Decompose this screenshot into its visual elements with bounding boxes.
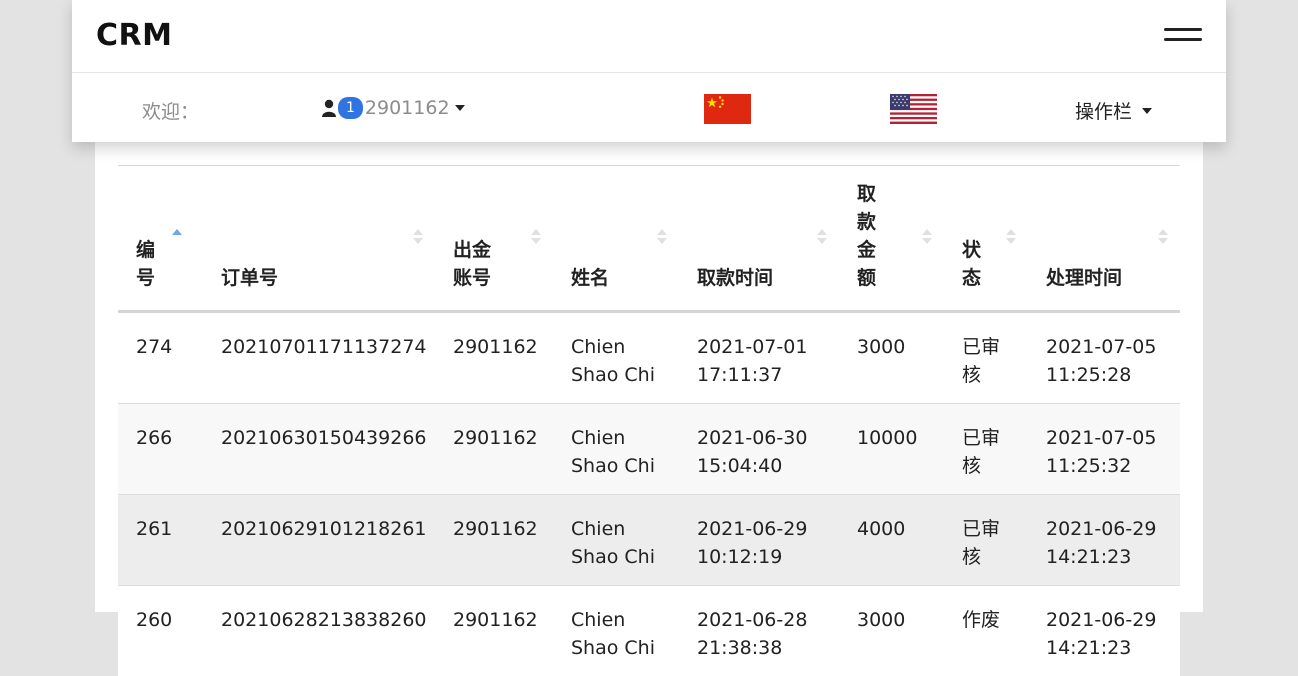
column-header-label: 编号 <box>136 239 155 289</box>
table-cell: 已审核 <box>944 495 1028 586</box>
table-cell: 20210701171137274 <box>203 312 435 404</box>
sort-icon[interactable] <box>922 229 932 247</box>
table-cell: 已审核 <box>944 404 1028 495</box>
table-body: 274202107011711372742901162ChienShao Chi… <box>118 312 1180 676</box>
table-cell: 已审核 <box>944 312 1028 404</box>
table-cell: 10000 <box>839 404 944 495</box>
table-cell: 2021-06-2821:38:38 <box>679 586 839 676</box>
table-cell: 2021-07-0511:25:32 <box>1028 404 1180 495</box>
operations-label: 操作栏 <box>1075 97 1132 124</box>
info-row: 欢迎： 1 2901162 <box>72 73 1226 143</box>
table-cell: 3000 <box>839 586 944 676</box>
table-cell: 274 <box>118 312 203 404</box>
table-cell: ChienShao Chi <box>553 495 679 586</box>
usa-flag-icon[interactable] <box>890 94 937 124</box>
sort-icon[interactable] <box>1158 229 1168 247</box>
welcome-label: 欢迎： <box>142 97 199 124</box>
table-cell: 2021-07-0117:11:37 <box>679 312 839 404</box>
column-header-label: 处理时间 <box>1046 267 1122 289</box>
table-cell: 2021-07-0511:25:28 <box>1028 312 1180 404</box>
sort-icon[interactable] <box>657 229 667 247</box>
chevron-down-icon <box>455 105 465 111</box>
table-cell: 2021-06-2914:21:23 <box>1028 586 1180 676</box>
notification-badge: 1 <box>338 97 363 119</box>
table-row[interactable]: 266202106301504392662901162ChienShao Chi… <box>118 404 1180 495</box>
table-cell: 3000 <box>839 312 944 404</box>
column-header[interactable]: 处理时间 <box>1028 166 1180 312</box>
table-cell: 2021-06-3015:04:40 <box>679 404 839 495</box>
table-cell: 2021-06-2914:21:23 <box>1028 495 1180 586</box>
column-header-label: 取款时间 <box>697 267 773 289</box>
sort-icon[interactable] <box>531 229 541 247</box>
column-header-label: 姓名 <box>571 267 609 289</box>
column-header-label: 状态 <box>962 239 981 289</box>
user-icon <box>322 99 336 117</box>
column-header[interactable]: 取款时间 <box>679 166 839 312</box>
column-header[interactable]: 订单号 <box>203 166 435 312</box>
table-cell: 2901162 <box>435 404 553 495</box>
table-cell: ChienShao Chi <box>553 312 679 404</box>
table-cell: 2901162 <box>435 312 553 404</box>
column-header-label: 订单号 <box>221 267 278 289</box>
table-cell: 作废 <box>944 586 1028 676</box>
table-cell: ChienShao Chi <box>553 586 679 676</box>
column-header[interactable]: 姓名 <box>553 166 679 312</box>
user-id: 2901162 <box>365 97 450 119</box>
sort-icon[interactable] <box>413 229 423 247</box>
content-card: 编号订单号 出金账号姓名 取款时间 取款金额状态处理时间 27420210701171… <box>95 142 1203 612</box>
table-row[interactable]: 260202106282138382602901162ChienShao Chi… <box>118 586 1180 676</box>
chevron-down-icon <box>1142 108 1152 114</box>
table-cell: 2901162 <box>435 586 553 676</box>
brand-row: CRM <box>72 0 1226 73</box>
china-flag-icon[interactable] <box>704 94 751 124</box>
sort-icon[interactable] <box>1006 229 1016 247</box>
column-header-label: 取款金额 <box>857 183 876 289</box>
table-cell: 20210629101218261 <box>203 495 435 586</box>
user-dropdown[interactable]: 1 2901162 <box>322 95 465 121</box>
table-cell: 20210628213838260 <box>203 586 435 676</box>
table-row[interactable]: 274202107011711372742901162ChienShao Chi… <box>118 312 1180 404</box>
hamburger-menu-icon[interactable] <box>1164 28 1202 42</box>
table-cell: 260 <box>118 586 203 676</box>
withdrawal-table-wrap: 编号订单号 出金账号姓名 取款时间 取款金额状态处理时间 27420210701171… <box>118 165 1180 676</box>
brand-logo[interactable]: CRM <box>96 18 172 53</box>
navbar: CRM 欢迎： 1 2901162 <box>72 0 1226 142</box>
table-cell: 2901162 <box>435 495 553 586</box>
sort-icon[interactable] <box>172 229 182 247</box>
table-header-row: 编号订单号 出金账号姓名 取款时间 取款金额状态处理时间 <box>118 166 1180 312</box>
column-header[interactable]: 出金账号 <box>435 166 553 312</box>
table-cell: ChienShao Chi <box>553 404 679 495</box>
column-header[interactable]: 编号 <box>118 166 203 312</box>
table-row[interactable]: 261202106291012182612901162ChienShao Chi… <box>118 495 1180 586</box>
table-cell: 266 <box>118 404 203 495</box>
sort-icon[interactable] <box>817 229 827 247</box>
table-cell: 20210630150439266 <box>203 404 435 495</box>
operations-dropdown[interactable]: 操作栏 <box>1075 97 1152 124</box>
table-cell: 261 <box>118 495 203 586</box>
column-header[interactable]: 状态 <box>944 166 1028 312</box>
column-header[interactable]: 取款金额 <box>839 166 944 312</box>
table-cell: 2021-06-2910:12:19 <box>679 495 839 586</box>
column-header-label: 出金账号 <box>453 239 491 289</box>
table-cell: 4000 <box>839 495 944 586</box>
